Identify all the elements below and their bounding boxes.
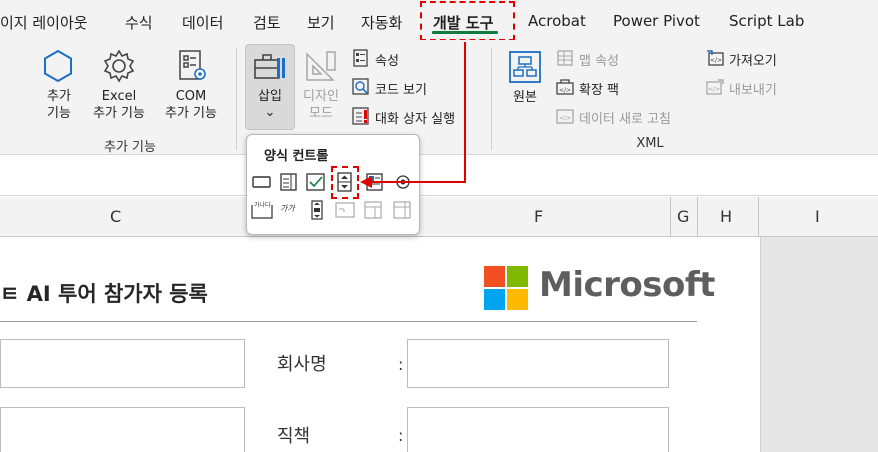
run-dialog-icon <box>352 107 369 125</box>
logo-square-red <box>484 266 505 287</box>
list-box-icon[interactable] <box>365 172 385 192</box>
combo-drop-edit-icon[interactable] <box>392 200 412 220</box>
group-box-text: 가나다 <box>254 201 271 209</box>
excel-addins-label: Excel <box>101 89 137 104</box>
label-control-icon[interactable]: 가가 <box>280 203 302 219</box>
job-title-colon: : <box>398 426 404 445</box>
chevron-down-icon: ⌄ <box>264 105 276 120</box>
column-divider[interactable] <box>758 197 759 237</box>
option-button-icon[interactable] <box>393 172 413 192</box>
formula-bar-area <box>0 156 878 196</box>
combo-list-edit-icon[interactable] <box>363 200 383 220</box>
xml-group-label: XML <box>636 136 664 151</box>
column-divider[interactable] <box>670 197 671 237</box>
run-dialog-button[interactable]: 대화 상자 실행 <box>375 108 455 127</box>
gear-icon <box>103 49 135 83</box>
properties-icon <box>353 49 368 67</box>
text-field-icon[interactable] <box>335 200 355 220</box>
form-controls-title: 양식 컨트롤 <box>264 149 329 164</box>
column-header-row: C F G H I <box>0 197 878 237</box>
logo-text: Microsoft <box>539 265 715 305</box>
design-mode-label: 디자인 <box>303 89 339 104</box>
addins-group-label: 추가 기능 <box>104 140 156 155</box>
svg-text:</>: </> <box>708 86 720 93</box>
refresh-data-button[interactable]: 데이터 새로 고침 <box>579 108 671 127</box>
com-addin-icon <box>179 50 206 80</box>
title-underline <box>0 321 697 322</box>
excel-addins-label-2: 추가 기능 <box>93 106 145 121</box>
department-input-field[interactable] <box>0 407 245 452</box>
toolbox-icon <box>254 54 285 79</box>
group-box-icon[interactable]: 가나다 <box>250 200 274 220</box>
job-title-label: 직책 <box>277 426 311 447</box>
hexagon-icon <box>44 49 72 83</box>
ruler-triangle-icon <box>306 51 336 81</box>
expansion-packs-button[interactable]: 확장 팩 <box>579 79 619 98</box>
tab-data[interactable]: 데이터 <box>182 12 223 33</box>
tab-automate[interactable]: 자동화 <box>361 12 402 33</box>
button-control-icon[interactable] <box>252 172 272 192</box>
svg-text:</>: </> <box>559 87 571 94</box>
properties-button[interactable]: 속성 <box>375 50 399 69</box>
checkbox-control-icon[interactable] <box>306 172 326 192</box>
company-input-field[interactable] <box>407 339 669 388</box>
view-code-icon <box>352 78 369 95</box>
company-colon: : <box>398 355 404 374</box>
export-button[interactable]: 내보내기 <box>729 79 777 98</box>
tab-page-layout[interactable]: 이지 레이아웃 <box>0 12 88 33</box>
import-button[interactable]: 가져오기 <box>729 50 777 69</box>
logo-square-yellow <box>507 289 528 310</box>
tab-script-lab[interactable]: Script Lab <box>729 12 804 30</box>
logo-square-green <box>507 266 528 287</box>
xml-source-button[interactable]: 원본 <box>505 89 545 106</box>
column-divider[interactable] <box>697 197 698 237</box>
spin-button-highlight <box>331 166 359 199</box>
expansion-pack-icon: </> <box>556 79 574 95</box>
logo-square-blue <box>484 289 505 310</box>
group-box-frame: 가나다 <box>251 201 273 219</box>
column-header-h[interactable]: H <box>720 207 732 226</box>
column-header-i[interactable]: I <box>815 207 820 226</box>
map-properties-button[interactable]: 맵 속성 <box>579 50 619 69</box>
tab-acrobat[interactable]: Acrobat <box>528 12 586 30</box>
excel-window: 이지 레이아웃 수식 데이터 검토 보기 자동화 개발 도구 Acrobat P… <box>0 0 878 452</box>
xml-source-icon <box>509 51 541 83</box>
com-addins-label: COM <box>175 89 207 104</box>
job-title-input-field[interactable] <box>407 407 669 452</box>
export-icon: </> <box>706 79 724 95</box>
addins-button-label: 추가 <box>47 89 71 104</box>
import-icon: </> <box>707 50 724 66</box>
tab-review[interactable]: 검토 <box>253 12 281 33</box>
design-mode-label-2: 모드 <box>309 106 333 121</box>
column-header-g[interactable]: G <box>677 207 689 226</box>
refresh-data-icon: </> <box>556 109 574 124</box>
svg-text:</>: </> <box>710 57 722 64</box>
company-label: 회사명 <box>277 354 327 375</box>
svg-text:</>: </> <box>559 115 571 122</box>
column-header-f[interactable]: F <box>534 207 543 226</box>
name-input-field[interactable] <box>0 339 245 388</box>
map-properties-icon <box>557 50 573 66</box>
scroll-bar-icon[interactable] <box>307 200 327 220</box>
group-separator <box>491 48 492 150</box>
ribbon-tab-bar: 이지 레이아웃 수식 데이터 검토 보기 자동화 개발 도구 Acrobat P… <box>0 0 878 41</box>
insert-button-label: 삽입 <box>258 89 282 104</box>
form-title: ㅌ AI 투어 참가자 등록 <box>0 282 208 306</box>
column-header-c[interactable]: C <box>110 207 121 226</box>
group-separator <box>236 48 237 150</box>
com-addins-label-2: 추가 기능 <box>165 106 217 121</box>
view-code-button[interactable]: 코드 보기 <box>375 79 427 98</box>
addins-button-label-2: 기능 <box>47 106 71 121</box>
tab-formulas[interactable]: 수식 <box>125 12 153 33</box>
developer-tab-highlight <box>420 1 515 41</box>
sheet-gray-area <box>760 237 878 452</box>
tab-view[interactable]: 보기 <box>307 12 335 33</box>
tab-power-pivot[interactable]: Power Pivot <box>613 12 700 30</box>
combo-box-icon[interactable] <box>279 172 299 192</box>
